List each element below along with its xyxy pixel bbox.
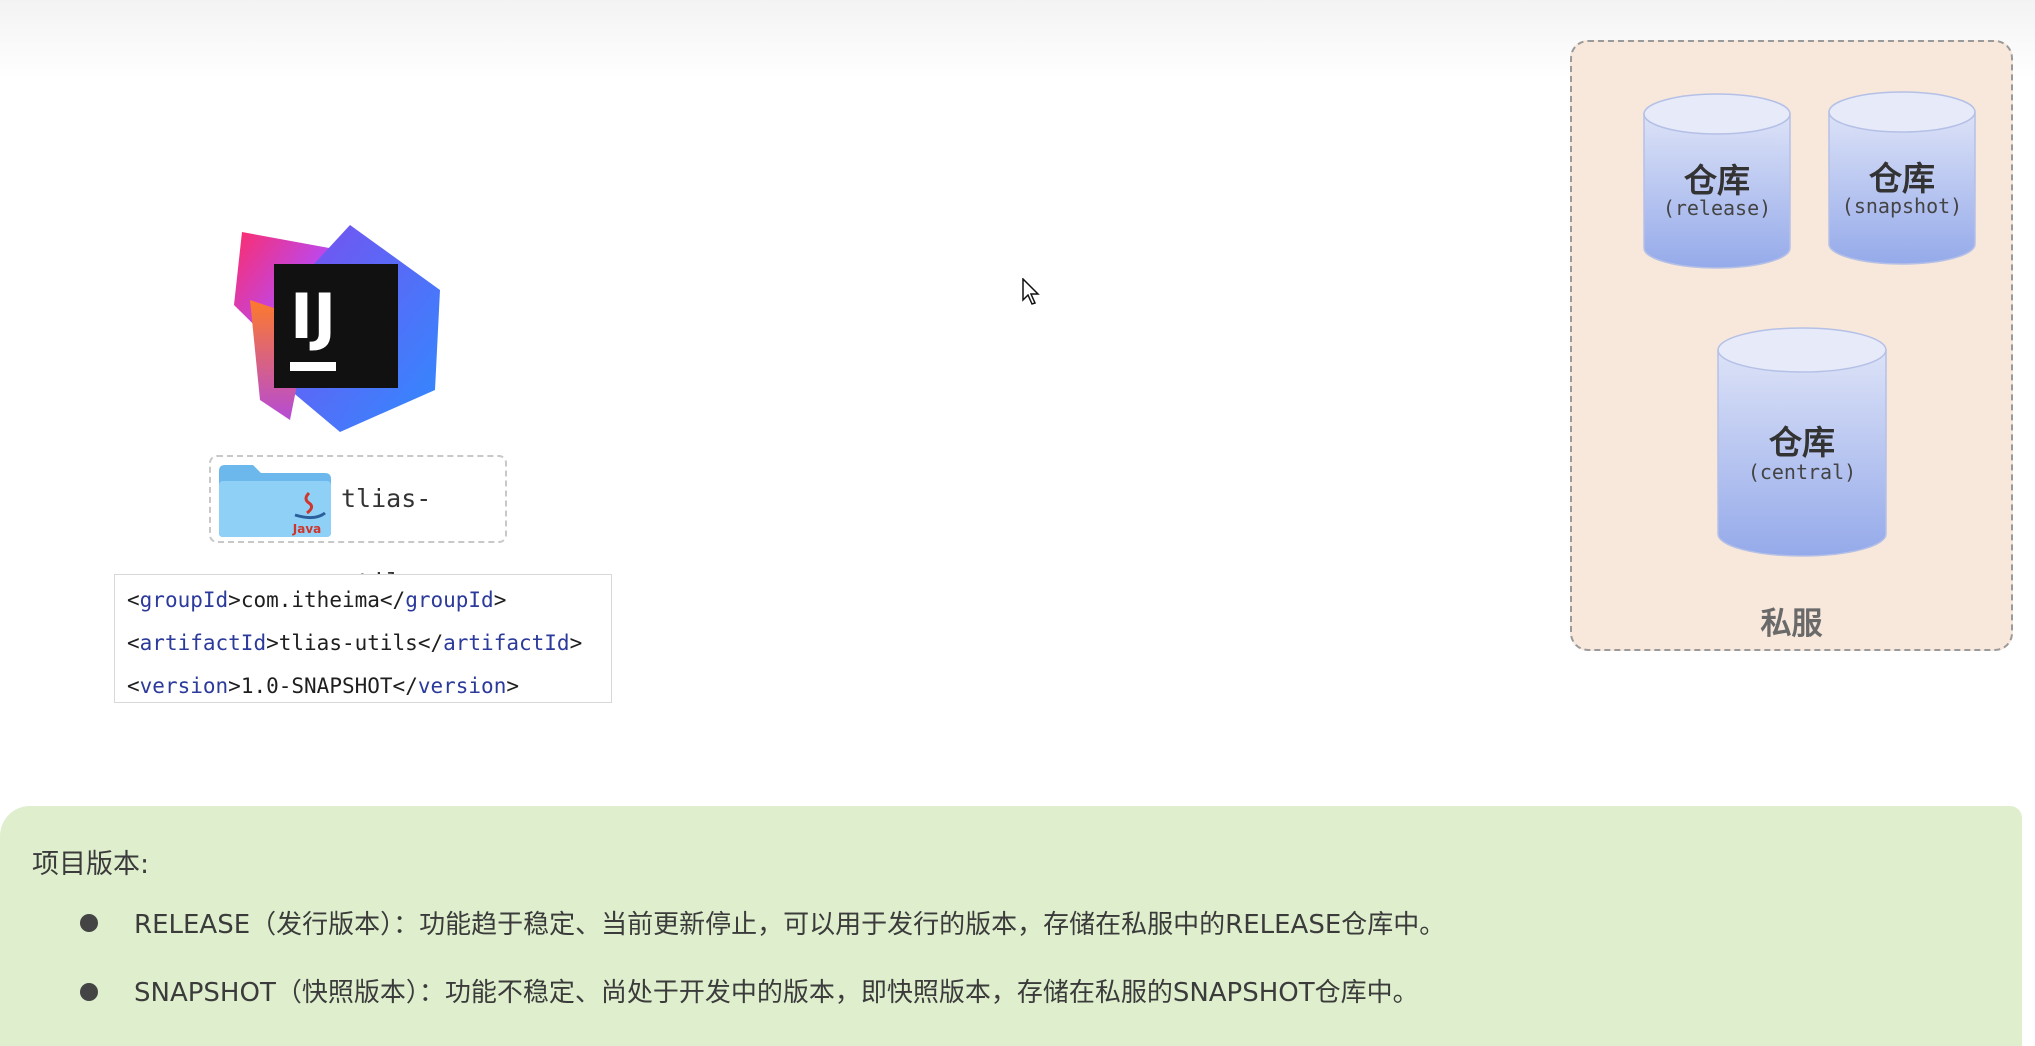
java-folder-icon: Java	[219, 465, 331, 537]
note-title: 项目版本:	[32, 849, 150, 880]
repo-type: (central)	[1747, 460, 1857, 484]
private-server-panel: 仓库 (release) 仓库 (snapshot) 仓库 (central) …	[1570, 40, 2013, 651]
version-line: <version>1.0-SNAPSHOT</version>	[127, 674, 520, 698]
groupId-value: com.itheima	[240, 588, 380, 612]
maven-coordinates: <groupId>com.itheima</groupId> <artifact…	[114, 574, 612, 703]
private-server-label: 私服	[1760, 606, 1823, 642]
repo-title: 仓库	[1769, 423, 1835, 462]
repo-type: (release)	[1662, 196, 1772, 220]
repo-release: 仓库 (release)	[1642, 92, 1792, 270]
intellij-idea-logo-icon: IJ	[234, 225, 440, 432]
version-note: 项目版本: RELEASE（发行版本）：功能趋于稳定、当前更新停止，可以用于发行…	[0, 806, 2022, 1046]
project-folder[interactable]: Java tlias-utils	[209, 455, 507, 597]
repo-title: 仓库	[1869, 159, 1935, 198]
bullet-dot	[80, 914, 98, 932]
bullet-dot	[80, 983, 98, 1001]
repo-title: 仓库	[1684, 161, 1750, 200]
repo-central: 仓库 (central)	[1716, 326, 1888, 558]
repo-type: (snapshot)	[1841, 194, 1963, 218]
release-description: RELEASE（发行版本）：功能趋于稳定、当前更新停止，可以用于发行的版本，存储…	[134, 910, 1446, 940]
artifactId-line: <artifactId>tlias-utils</artifactId>	[127, 631, 583, 655]
svg-text:IJ: IJ	[290, 280, 336, 353]
version-value: 1.0-SNAPSHOT	[240, 674, 393, 698]
folder-name: tlias-utils	[341, 484, 432, 597]
folder-badge-text: Java	[292, 522, 321, 536]
groupId-line: <groupId>com.itheima</groupId>	[127, 588, 507, 612]
repo-snapshot: 仓库 (snapshot)	[1827, 90, 1977, 266]
mouse-cursor-icon	[1022, 278, 1040, 305]
artifactId-value: tlias-utils	[278, 631, 418, 655]
snapshot-description: SNAPSHOT（快照版本）：功能不稳定、尚处于开发中的版本，即快照版本，存储在…	[134, 978, 1419, 1008]
